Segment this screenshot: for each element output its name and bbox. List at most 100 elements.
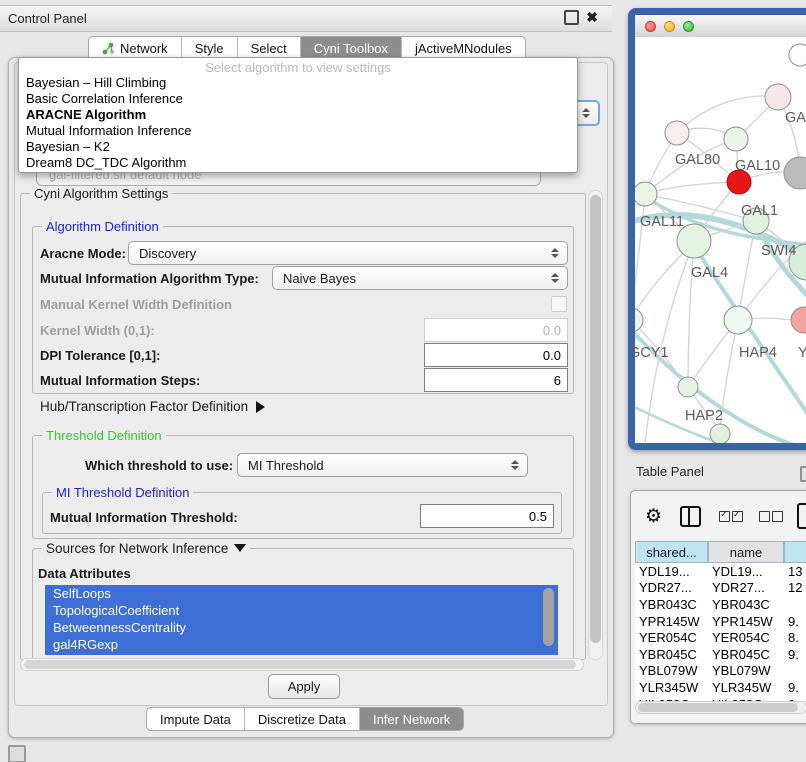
attribute-item[interactable]: gal4RGexp (45, 636, 558, 653)
node-label: Y (798, 345, 806, 361)
close-icon[interactable]: ✖ (586, 12, 598, 23)
table-panel-title: Table Panel (636, 464, 704, 479)
sources-toggle[interactable]: Sources for Network Inference (42, 541, 250, 556)
expand-right-icon (256, 401, 265, 413)
node-gal11[interactable] (635, 182, 657, 206)
document-icon[interactable] (797, 503, 806, 529)
tab-impute-data[interactable]: Impute Data (147, 708, 245, 730)
hub-definition-label: Hub/Transcription Factor Definition (40, 399, 248, 414)
node-hap2[interactable] (678, 377, 698, 397)
combo-stepper-icon (547, 248, 563, 258)
mi-type-value: Naive Bayes (283, 271, 356, 286)
table-toolbar: ⚙ (631, 499, 806, 533)
gear-icon[interactable]: ⚙ (645, 505, 662, 528)
attribute-item[interactable]: TopologicalCoefficient (45, 602, 558, 619)
node-partial-top[interactable] (789, 44, 806, 66)
column-header-shared-name[interactable]: shared... (635, 541, 708, 563)
data-attributes-list[interactable]: SelfLoops TopologicalCoefficient Between… (45, 585, 558, 655)
table-hscrollbar-thumb[interactable] (638, 703, 798, 712)
node-label: GCY1 (635, 345, 669, 361)
mac-minimize-icon[interactable] (664, 21, 675, 32)
node-label: GAL4 (691, 265, 728, 281)
group-title: MI Threshold Definition (52, 485, 193, 500)
table-panel-button-partial[interactable] (800, 466, 806, 482)
node-y-partial[interactable] (791, 307, 806, 333)
dropdown-prompt: Select algorithm to view settings (19, 60, 577, 75)
list-scrollbar-thumb[interactable] (543, 588, 554, 646)
network-icon (102, 42, 115, 55)
which-threshold-value: MI Threshold (248, 458, 324, 473)
mac-zoom-icon[interactable] (683, 21, 694, 32)
kernel-width-input[interactable] (424, 318, 568, 342)
dropdown-item[interactable]: Basic Correlation Inference (19, 91, 577, 107)
mi-threshold-label: Mutual Information Threshold: (50, 510, 238, 525)
tab-cyni-toolbox[interactable]: Cyni Toolbox (301, 37, 402, 59)
tab-style[interactable]: Style (182, 37, 238, 59)
tab-select[interactable]: Select (238, 37, 301, 59)
attribute-item[interactable]: BetweennessCentrality (45, 619, 558, 636)
collapsed-panel-icon[interactable] (8, 745, 26, 762)
sources-title: Sources for Network Inference (46, 541, 228, 556)
node-label: HAP2 (685, 408, 723, 424)
collapse-down-icon (234, 544, 246, 552)
unselect-all-columns-icon[interactable] (759, 511, 783, 522)
node-gal10[interactable] (724, 127, 748, 151)
columns-icon[interactable] (680, 506, 701, 527)
mac-close-icon[interactable] (645, 21, 656, 32)
table-header: shared... name (635, 541, 806, 563)
node-label: HAP4 (739, 345, 777, 361)
horizontal-scrollbar-thumb[interactable] (24, 660, 576, 669)
tab-jactivemnodules[interactable]: jActiveMNodules (402, 37, 525, 59)
node-gcy1[interactable] (635, 308, 643, 332)
table-row[interactable]: YPR145WYPR145W9. (635, 613, 806, 630)
mi-type-label: Mutual Information Algorithm Type: (40, 271, 259, 286)
network-canvas[interactable]: GAL GAL80 GAL10 GAL1 GAL11 SWI4 GAL4 GCY… (635, 37, 806, 443)
table-row[interactable]: YDR27...YDR27...12 (635, 580, 806, 597)
kernel-width-label: Kernel Width (0,1): (40, 323, 155, 338)
mi-steps-input[interactable] (424, 368, 568, 392)
column-header-partial[interactable] (784, 541, 806, 563)
aracne-mode-combo[interactable]: Discovery (128, 241, 568, 265)
dropdown-item[interactable]: Dream8 DC_TDC Algorithm (19, 155, 577, 171)
select-all-columns-icon[interactable] (719, 511, 743, 522)
dropdown-item-selected[interactable]: ARACNE Algorithm (19, 107, 577, 123)
table-row[interactable]: YER054CYER054C8. (635, 629, 806, 646)
group-title: Cyni Algorithm Settings (30, 186, 172, 201)
mi-threshold-input[interactable] (420, 504, 554, 528)
table-row[interactable]: YBR045CYBR045C9. (635, 646, 806, 663)
column-header-name[interactable]: name (708, 541, 784, 563)
vertical-scrollbar-thumb[interactable] (590, 195, 601, 643)
node-hap4[interactable] (724, 306, 752, 334)
which-threshold-combo[interactable]: MI Threshold (237, 453, 528, 477)
dropdown-item[interactable]: Bayesian – Hill Climbing (19, 75, 577, 91)
network-view-window: GAL GAL80 GAL10 GAL1 GAL11 SWI4 GAL4 GCY… (628, 8, 806, 450)
node-gal-partial[interactable] (765, 84, 791, 110)
hub-definition-toggle[interactable]: Hub/Transcription Factor Definition (40, 399, 265, 414)
dpi-tolerance-input[interactable] (424, 343, 568, 367)
node-gal80[interactable] (665, 121, 689, 145)
combo-stepper-icon (507, 460, 523, 470)
node-partial-bottom[interactable] (710, 424, 730, 443)
attribute-item[interactable]: SelfLoops (45, 585, 558, 602)
apply-button[interactable]: Apply (268, 674, 340, 699)
table-row[interactable]: YBR043CYBR043C (635, 596, 806, 613)
tab-discretize-data[interactable]: Discretize Data (245, 708, 360, 730)
table-row[interactable]: YLR345WYLR345W9. (635, 679, 806, 696)
data-attributes-label: Data Attributes (38, 566, 131, 581)
node-label: SWI4 (761, 243, 796, 259)
screen: Control Panel ✖ Network Style Select Cyn… (0, 0, 806, 762)
bottom-tabs: Impute Data Discretize Data Infer Networ… (146, 707, 464, 731)
table-row[interactable]: YBL079WYBL079W (635, 663, 806, 680)
node-label: GAL (785, 110, 806, 126)
manual-kernel-checkbox[interactable] (551, 296, 567, 312)
table-panel-window: ⚙ shared... name YDL19...YDL19...13 YDR2… (630, 490, 806, 724)
float-window-icon[interactable] (564, 10, 579, 25)
table-row[interactable]: YDL19...YDL19...13 (635, 563, 806, 580)
network-window-titlebar[interactable] (635, 15, 806, 38)
tab-infer-network[interactable]: Infer Network (360, 708, 463, 730)
dropdown-item[interactable]: Mutual Information Inference (19, 123, 577, 139)
dropdown-item[interactable]: Bayesian – K2 (19, 139, 577, 155)
tab-network[interactable]: Network (89, 37, 182, 59)
node-gray[interactable] (784, 157, 806, 189)
mi-algorithm-type-combo[interactable]: Naive Bayes (272, 266, 568, 290)
